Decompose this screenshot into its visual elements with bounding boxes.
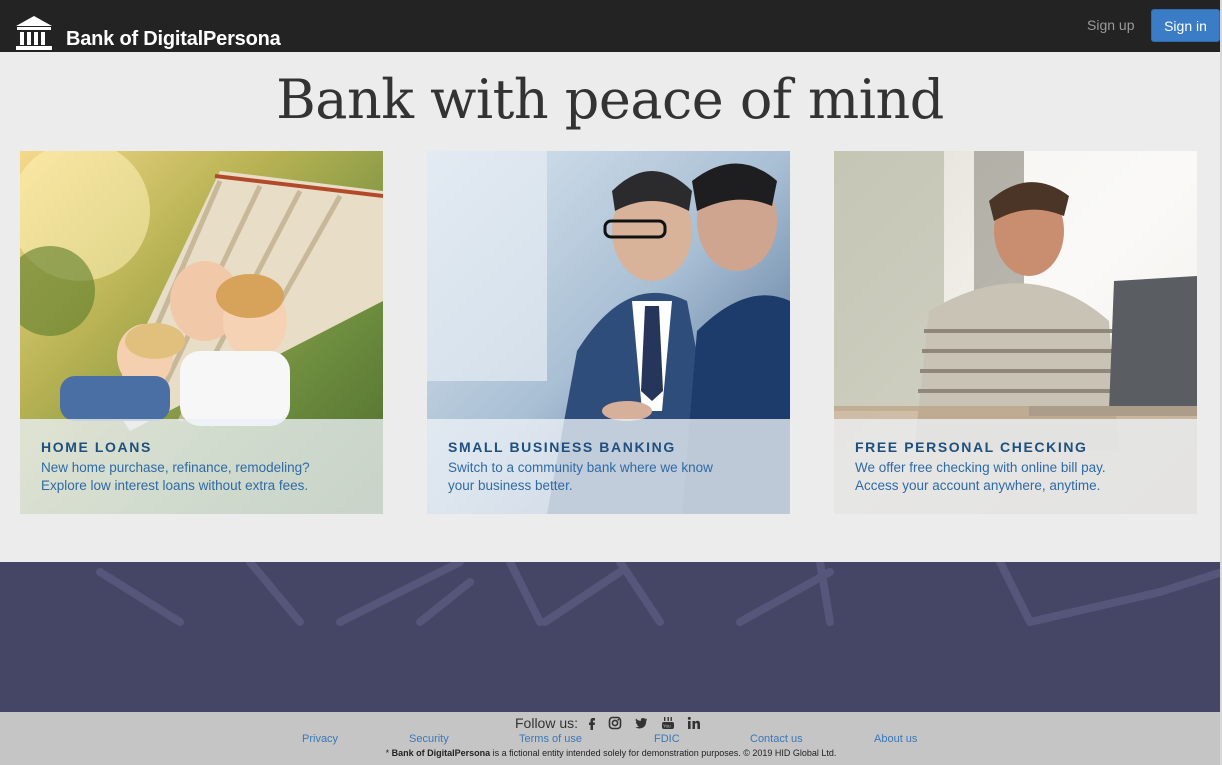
footer-link-contact[interactable]: Contact us bbox=[750, 733, 803, 745]
card-text-line: Explore low interest loans without extra… bbox=[41, 478, 309, 493]
instagram-icon[interactable] bbox=[608, 716, 622, 730]
footer-link-about[interactable]: About us bbox=[874, 733, 917, 745]
disclaimer-text: * Bank of DigitalPersona is a fictional … bbox=[385, 748, 837, 758]
footer-link-security[interactable]: Security bbox=[409, 733, 449, 745]
card-text-line: We offer free checking with online bill … bbox=[855, 460, 1106, 475]
linkedin-icon[interactable] bbox=[687, 716, 701, 730]
top-navbar: Bank of DigitalPersona Sign up Sign in bbox=[0, 0, 1222, 52]
card-personal-checking[interactable]: FREE PERSONAL CHECKING We offer free che… bbox=[834, 151, 1197, 514]
footer-link-fdic[interactable]: FDIC bbox=[654, 733, 680, 745]
card-title[interactable]: FREE PERSONAL CHECKING bbox=[855, 439, 1088, 455]
brand-name[interactable]: Bank of DigitalPersona bbox=[66, 28, 281, 51]
card-small-business[interactable]: SMALL BUSINESS BANKING Switch to a commu… bbox=[427, 151, 790, 514]
facebook-icon[interactable] bbox=[585, 716, 599, 730]
bank-building-icon[interactable] bbox=[14, 14, 54, 52]
footer: Follow us: You Privacy Security Terms of… bbox=[0, 712, 1222, 765]
card-text-line: your business better. bbox=[448, 478, 573, 493]
decorative-banner bbox=[0, 562, 1222, 712]
footer-link-privacy[interactable]: Privacy bbox=[302, 733, 338, 745]
svg-text:You: You bbox=[663, 724, 671, 729]
sign-in-button[interactable]: Sign in bbox=[1151, 9, 1220, 42]
card-home-loans[interactable]: HOME LOANS New home purchase, refinance,… bbox=[20, 151, 383, 514]
footer-link-terms[interactable]: Terms of use bbox=[519, 733, 582, 745]
card-title[interactable]: SMALL BUSINESS BANKING bbox=[448, 439, 676, 455]
youtube-icon[interactable]: You bbox=[661, 716, 675, 730]
card-text-line: Access your account anywhere, anytime. bbox=[855, 478, 1101, 493]
card-title[interactable]: HOME LOANS bbox=[41, 439, 152, 455]
twitter-icon[interactable] bbox=[634, 716, 648, 730]
card-text-line: New home purchase, refinance, remodeling… bbox=[41, 460, 310, 475]
page-title: Bank with peace of mind bbox=[276, 68, 944, 131]
disclaimer-brand: Bank of DigitalPersona bbox=[391, 748, 491, 758]
card-text-line: Switch to a community bank where we know bbox=[448, 460, 713, 475]
follow-us-label: Follow us: bbox=[515, 715, 579, 731]
sign-up-link[interactable]: Sign up bbox=[1087, 17, 1134, 33]
lines-pattern-icon bbox=[96, 562, 1222, 626]
